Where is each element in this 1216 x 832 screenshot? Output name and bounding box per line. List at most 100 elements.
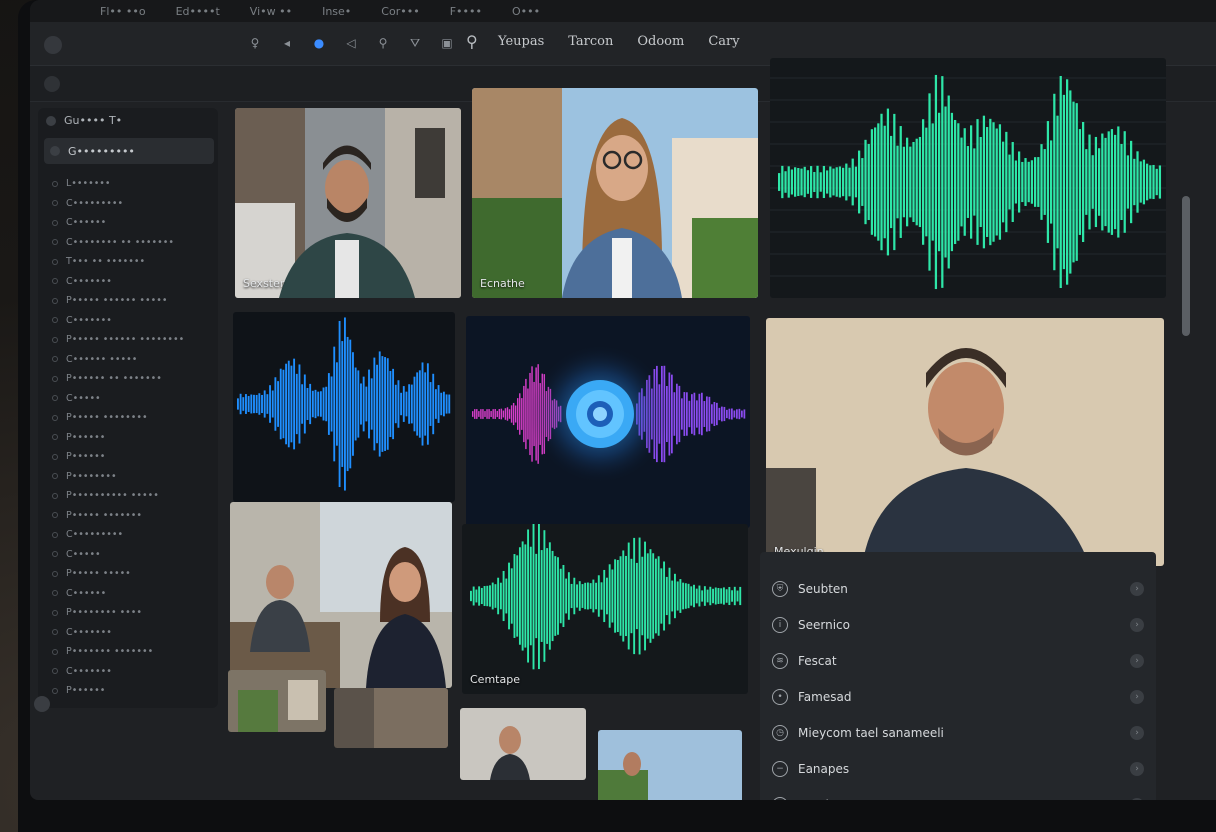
video-thumbnail[interactable] bbox=[460, 708, 586, 780]
sidebar-item[interactable]: C•••••• ••••• bbox=[52, 350, 184, 370]
user-avatar[interactable] bbox=[34, 696, 50, 712]
filter-icon[interactable]: ⛛ bbox=[408, 36, 422, 51]
waveform-bar bbox=[728, 586, 731, 606]
sidebar-item[interactable]: P•••••• bbox=[52, 681, 184, 701]
camera-icon[interactable]: ▣ bbox=[440, 36, 454, 51]
panel-row[interactable]: ⛨ Seubten › bbox=[772, 574, 1144, 604]
sidebar-item[interactable]: P••••• •••••••• bbox=[52, 408, 184, 428]
video-tile[interactable]: Sexster bbox=[235, 108, 461, 298]
active-speaker-tile[interactable] bbox=[466, 316, 750, 528]
waveform-bar bbox=[736, 590, 739, 602]
sidebar-item[interactable]: C•••••••• •• ••••••• bbox=[52, 233, 184, 253]
panel-row[interactable]: − Eanapes › bbox=[772, 754, 1144, 784]
record-dot-icon[interactable]: ● bbox=[312, 36, 326, 51]
waveform-bar bbox=[482, 409, 484, 419]
thumbnail-image bbox=[334, 688, 448, 748]
sidebar-item[interactable]: C••••••••• bbox=[52, 194, 184, 214]
bullet-icon bbox=[52, 551, 58, 558]
chevron-right-icon[interactable]: › bbox=[1130, 798, 1144, 800]
audio-waveform-tile[interactable]: Cemtape bbox=[462, 524, 748, 694]
waveform-bar bbox=[245, 394, 247, 414]
waveform-bar bbox=[405, 391, 408, 417]
sub-toolbar-button[interactable] bbox=[44, 76, 60, 92]
panel-row[interactable]: • Famesad › bbox=[772, 682, 1144, 712]
tab-tarcon[interactable]: Tarcon bbox=[568, 34, 613, 49]
sidebar-item[interactable]: C••••••••• bbox=[52, 525, 184, 545]
sidebar-item[interactable]: C•••••• bbox=[52, 584, 184, 604]
sidebar-item[interactable]: L••••••• bbox=[52, 174, 184, 194]
back-button[interactable] bbox=[44, 36, 62, 54]
audio-waveform-tile[interactable] bbox=[233, 312, 455, 502]
chevron-right-icon[interactable]: › bbox=[1130, 654, 1144, 668]
mic-icon[interactable]: ♀ bbox=[248, 36, 262, 51]
sidebar-item[interactable]: C•••••• bbox=[52, 213, 184, 233]
sidebar-item-label: C•••••• bbox=[66, 217, 107, 229]
waveform-bar bbox=[938, 112, 941, 252]
video-tile[interactable]: Ecnathe bbox=[472, 88, 758, 298]
panel-row[interactable]: i Seernico › bbox=[772, 610, 1144, 640]
waveform-bar bbox=[684, 583, 687, 609]
sidebar-item[interactable]: C••••••• bbox=[52, 311, 184, 331]
menu-item[interactable]: O••• bbox=[512, 5, 540, 18]
waveform-bar bbox=[695, 588, 698, 604]
sidebar-item[interactable]: P•••••••••• ••••• bbox=[52, 486, 184, 506]
zoom-icon[interactable]: ⚲ bbox=[376, 36, 390, 51]
sidebar-item[interactable]: P•••••• bbox=[52, 428, 184, 448]
menu-item[interactable]: Vi•w •• bbox=[250, 5, 292, 18]
video-tile[interactable]: Mexulgin bbox=[766, 318, 1164, 566]
sidebar-item[interactable]: C••••••• bbox=[52, 662, 184, 682]
tab-yeupas[interactable]: Yeupas bbox=[498, 34, 544, 49]
audio-waveform-tile[interactable] bbox=[770, 58, 1166, 298]
sidebar-item[interactable]: P••••• ••••••• bbox=[52, 506, 184, 526]
waveform-bar bbox=[874, 127, 877, 237]
sidebar-item[interactable]: P•••••• bbox=[52, 447, 184, 467]
panel-row-label: Seubten bbox=[798, 582, 848, 596]
menu-item[interactable]: Cor••• bbox=[381, 5, 419, 18]
video-thumbnail[interactable] bbox=[228, 670, 326, 732]
chevron-right-icon[interactable]: › bbox=[1130, 618, 1144, 632]
chevron-right-icon[interactable]: › bbox=[1130, 582, 1144, 596]
scrollbar[interactable] bbox=[1182, 196, 1190, 336]
waveform-bar bbox=[861, 158, 864, 206]
panel-row[interactable]: ≋ Fescat › bbox=[772, 646, 1144, 676]
panel-row-label: Seernico bbox=[798, 618, 850, 632]
sidebar-item[interactable]: P•••••••• bbox=[52, 467, 184, 487]
chevron-right-icon[interactable]: › bbox=[1130, 690, 1144, 704]
sidebar-item[interactable]: P••••• •••••• ••••• bbox=[52, 291, 184, 311]
menu-item[interactable]: Inse• bbox=[322, 5, 351, 18]
waveform-bar bbox=[1040, 144, 1043, 220]
sidebar-item[interactable]: P••••• •••••• •••••••• bbox=[52, 330, 184, 350]
sidebar-item[interactable]: P•••••• •• ••••••• bbox=[52, 369, 184, 389]
volume-icon[interactable]: ◂ bbox=[280, 36, 294, 51]
waveform-graphic bbox=[237, 317, 451, 491]
video-thumbnail[interactable] bbox=[598, 730, 742, 800]
waveform-bar bbox=[1021, 161, 1024, 203]
video-tile[interactable] bbox=[230, 502, 452, 688]
tab-odoom[interactable]: Odoom bbox=[637, 34, 684, 49]
search-icon[interactable]: ⚲ bbox=[466, 32, 478, 51]
waveform-bar bbox=[448, 394, 451, 414]
sidebar-item[interactable]: P••••••• ••••••• bbox=[52, 642, 184, 662]
chevron-right-icon[interactable]: › bbox=[1130, 762, 1144, 776]
waveform-bar bbox=[1133, 158, 1136, 206]
panel-row[interactable]: ⚙ Foezlecton › bbox=[772, 790, 1144, 800]
sidebar-item[interactable]: C••••• bbox=[52, 545, 184, 565]
waveform-bar bbox=[554, 556, 557, 636]
tab-cary[interactable]: Cary bbox=[708, 34, 739, 49]
sidebar-item[interactable]: P•••••••• •••• bbox=[52, 603, 184, 623]
panel-row[interactable]: ◷ Mieycom tael sanameeli › bbox=[772, 718, 1144, 748]
menu-item[interactable]: Fl•• ••o bbox=[100, 5, 146, 18]
sidebar-item-selected[interactable]: G••••••••• bbox=[44, 138, 214, 164]
waveform-bar bbox=[521, 541, 524, 651]
sidebar-item[interactable]: T••• •• ••••••• bbox=[52, 252, 184, 272]
menu-item[interactable]: F•••• bbox=[450, 5, 482, 18]
bullet-icon bbox=[52, 531, 58, 538]
menu-item[interactable]: Ed••••t bbox=[176, 5, 220, 18]
sidebar-item[interactable]: P••••• ••••• bbox=[52, 564, 184, 584]
video-thumbnail[interactable] bbox=[334, 688, 448, 748]
sidebar-item[interactable]: C••••• bbox=[52, 389, 184, 409]
chevron-right-icon[interactable]: › bbox=[1130, 726, 1144, 740]
arrow-icon[interactable]: ◁ bbox=[344, 36, 358, 51]
sidebar-item[interactable]: C••••••• bbox=[52, 272, 184, 292]
sidebar-item[interactable]: C••••••• bbox=[52, 623, 184, 643]
